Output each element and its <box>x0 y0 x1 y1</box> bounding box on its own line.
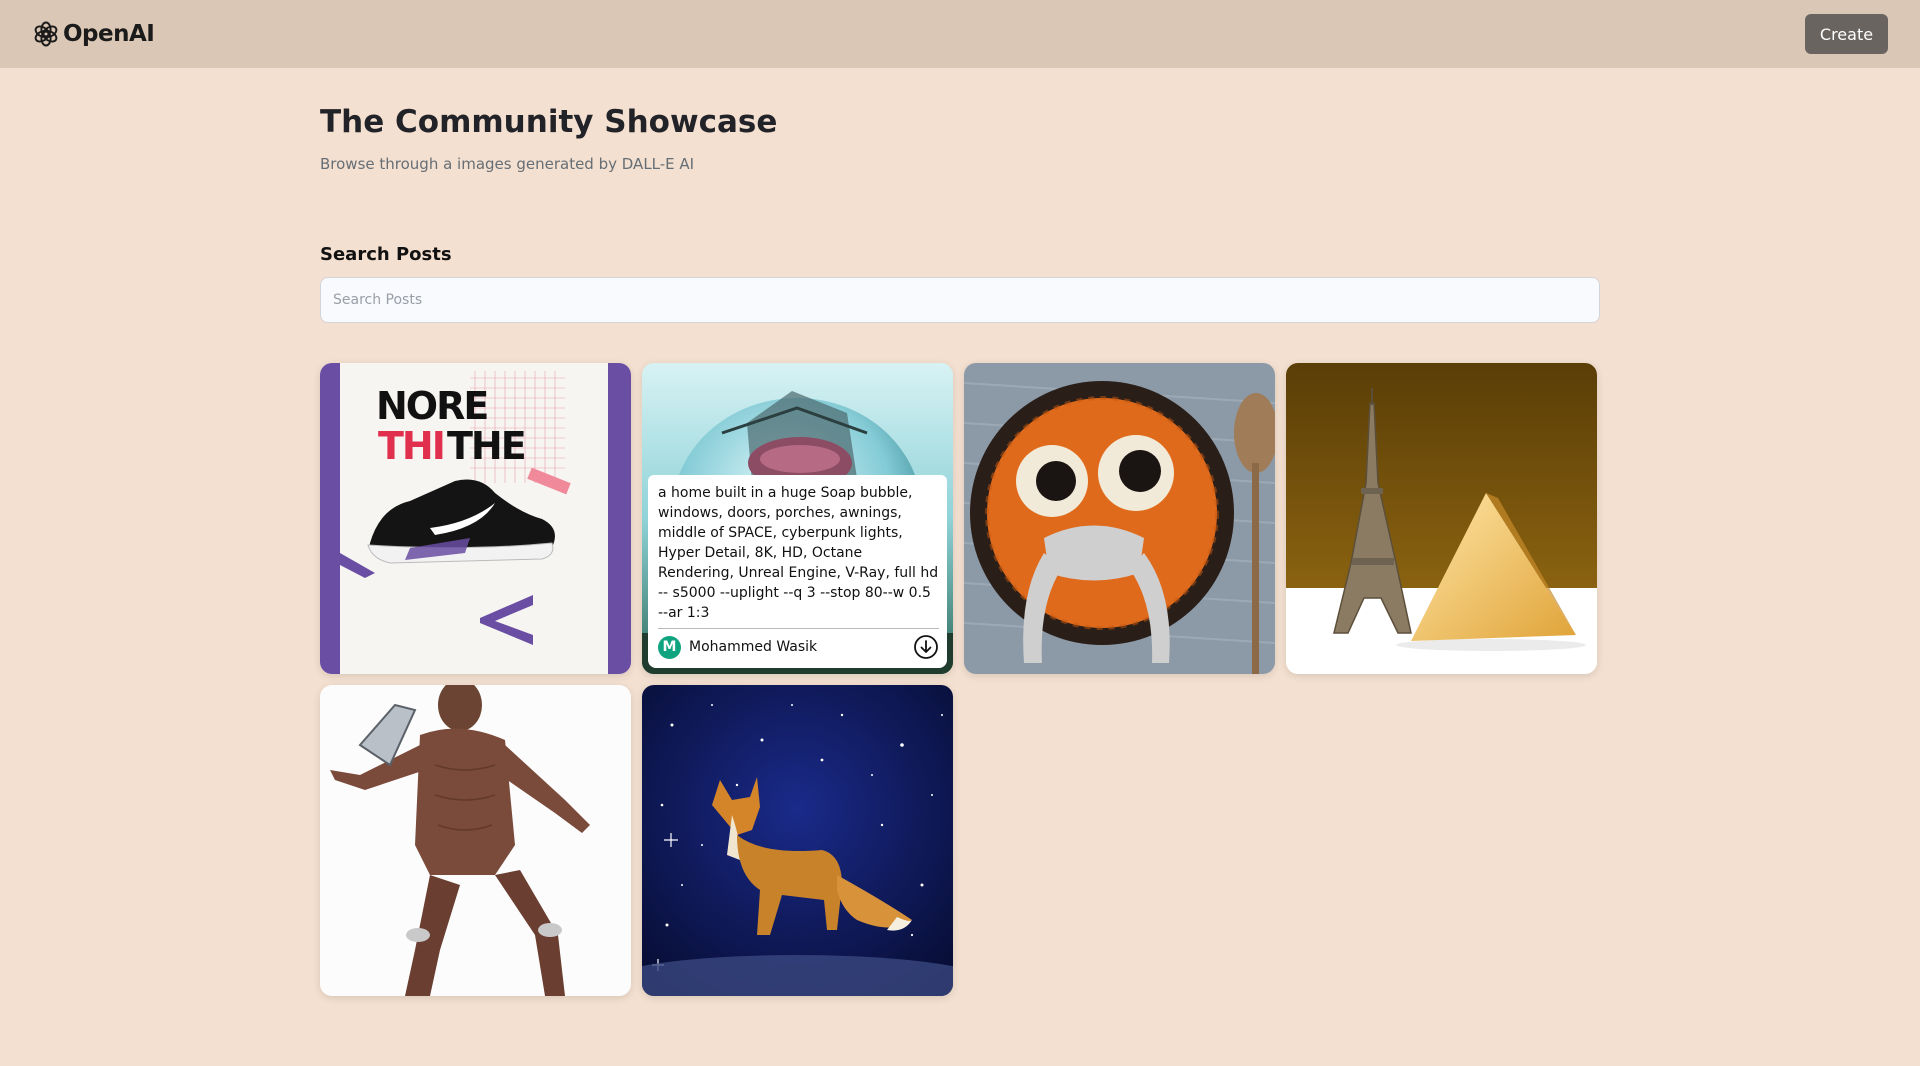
openai-logo-icon <box>32 20 60 48</box>
post-author: M Mohammed Wasik <box>658 635 818 659</box>
download-icon[interactable] <box>913 634 939 660</box>
svg-text:THE: THE <box>447 424 525 468</box>
eiffel-tower-pyramid-image <box>1286 363 1597 674</box>
author-name: Mohammed Wasik <box>689 639 818 655</box>
post-card[interactable]: a home built in a huge Soap bubble, wind… <box>642 363 953 674</box>
post-details-overlay: a home built in a huge Soap bubble, wind… <box>648 475 947 668</box>
create-button[interactable]: Create <box>1805 14 1888 54</box>
fox-in-space-image <box>642 685 953 996</box>
author-avatar: M <box>658 635 681 659</box>
post-card[interactable]: NORE THI THE <box>320 363 631 674</box>
brand-logo[interactable]: OpenAI <box>32 20 155 48</box>
post-author-row: M Mohammed Wasik <box>658 628 939 660</box>
top-navbar: OpenAI Create <box>0 0 1920 68</box>
knitted-owl-soup-image <box>964 363 1275 674</box>
page-title: The Community Showcase <box>320 104 778 140</box>
post-card[interactable] <box>320 685 631 996</box>
sneaker-poster-image: NORE THI THE <box>320 363 631 674</box>
svg-text:NORE: NORE <box>376 384 487 428</box>
search-input[interactable] <box>320 277 1600 323</box>
svg-text:THI: THI <box>378 424 444 468</box>
post-prompt: a home built in a huge Soap bubble, wind… <box>658 485 939 621</box>
post-card[interactable] <box>642 685 953 996</box>
search-label: Search Posts <box>320 244 452 265</box>
brand-name: OpenAI <box>63 21 155 47</box>
post-card[interactable] <box>1286 363 1597 674</box>
iron-man-figure-image <box>320 685 631 996</box>
post-card[interactable] <box>964 363 1275 674</box>
page-subtitle: Browse through a images generated by DAL… <box>320 155 695 173</box>
